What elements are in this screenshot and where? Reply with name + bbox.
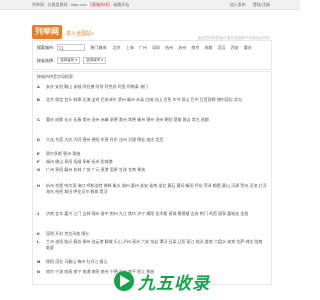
top-bar: 列举网 · 分类信息网 · lieju.com 【客服热线】 诚邀开站 加入发布… <box>0 0 300 10</box>
publish-link[interactable]: 加入发布 <box>230 2 246 7</box>
search-label: 搜索城市: <box>37 45 55 50</box>
group-cities[interactable]: 济南 金华 嘉兴 江门 吉林 锦州 晋中 荆州 九江 焦作 济宁 揭阳 佳木斯 … <box>46 211 267 217</box>
group-cities[interactable]: 北京 保定 包头 蚌埠 北海 宝鸡 巴彦淖尔 滨州 亳州 本溪 白城 白山 百色… <box>46 97 267 103</box>
group-letter: L <box>37 239 40 244</box>
group-letter: G <box>37 167 41 172</box>
city-search-input[interactable] <box>57 44 86 52</box>
login-register-link[interactable]: 登陆/注册 <box>253 2 270 7</box>
site-logo[interactable]: 列举网 <box>32 25 62 39</box>
city-list-title: 按城市拼音字母检索: <box>37 74 75 79</box>
watermark: 九五收录 <box>114 268 234 296</box>
search-row: 搜索城市: 热门城市: 北京 上海 广州 深圳 杭州 苏州 南京 成都 武汉 西… <box>37 44 252 52</box>
group-cities[interactable]: 昆明 开封 克拉玛依 喀什 <box>46 231 267 237</box>
province-filter-label: 按省选择: <box>37 58 55 63</box>
hot-city-link[interactable]: 苏州 <box>178 45 186 50</box>
top-bar-site-name: 列举网 · 分类信息网 · lieju.com <box>32 2 87 7</box>
province-select-value: 选择省份 <box>60 58 75 63</box>
hot-city-link[interactable]: 西安 <box>231 45 239 50</box>
group-cities[interactable]: 绵阳 茂名 马鞍山 梅州 牡丹江 眉山 <box>46 259 267 265</box>
group-letter: N <box>37 269 40 274</box>
top-bar-account: 加入发布 登陆/注册 <box>224 0 270 9</box>
group-letter: B <box>37 97 40 102</box>
group-cities[interactable]: 安庆 安阳 鞍山 安顺 阿拉善 阿坝 阿克苏 阿里 阿勒泰 澳门 <box>46 84 267 90</box>
province-filter-row: 按省选择: 选择省份 ▾ 选择城市 ▾ <box>37 57 106 65</box>
city-select[interactable]: 选择城市 ▾ <box>83 57 106 65</box>
hot-city-link[interactable]: 广州 <box>139 45 147 50</box>
group-cities[interactable]: 杭州 合肥 哈尔滨 海口 呼和浩特 邯郸 衡水 湖州 惠州 淮安 淮南 淮北 黄… <box>46 183 267 195</box>
chevron-down-icon: ▾ <box>75 58 77 63</box>
hot-city-link[interactable]: 北京 <box>113 45 121 50</box>
chevron-down-icon: ▾ <box>101 58 103 63</box>
group-letter: E <box>37 151 40 156</box>
group-cities[interactable]: 大连 东莞 大庆 大同 德州 德阳 东营 丹东 达州 大理 德宏 迪庆 定西 <box>46 137 267 143</box>
group-letter: A <box>37 84 40 89</box>
header: 列举网 进入全国站> 免费发布信息网站·服务全国城市·找到适合你的 <box>0 10 300 40</box>
group-letter: F <box>37 159 40 164</box>
group-cities[interactable]: 鄂尔多斯 鄂州 恩施 <box>46 151 267 157</box>
group-letter: H <box>37 183 40 188</box>
search-panel: 搜索城市: 热门城市: 北京 上海 广州 深圳 杭州 苏州 南京 成都 武汉 西… <box>32 40 272 70</box>
hot-city-link[interactable]: 成都 <box>205 45 213 50</box>
hot-city-link[interactable]: 上海 <box>126 45 134 50</box>
search-icon[interactable] <box>59 46 64 51</box>
group-cities[interactable]: 广州 贵阳 赣州 桂林 广安 广元 贵港 固原 甘孜 甘南 果洛 <box>46 167 267 173</box>
group-cities[interactable]: 福州 佛山 阜阳 抚顺 阜新 抚州 防城港 <box>46 159 267 165</box>
hot-cities-label: 热门城市: <box>90 45 108 50</box>
top-bar-open-site[interactable]: 诚邀开站 <box>113 2 129 7</box>
group-letter: D <box>37 137 40 142</box>
hot-city-link[interactable]: 武汉 <box>218 45 226 50</box>
group-cities[interactable]: 重庆 成都 长沙 长春 常州 沧州 赤峰 承德 滁州 常德 郴州 潮州 池州 朝… <box>46 117 267 123</box>
group-letter: C <box>37 117 40 122</box>
hot-city-link[interactable]: 重庆 <box>244 45 252 50</box>
city-select-value: 选择城市 <box>86 58 101 63</box>
top-bar-hotline[interactable]: 【客服热线】 <box>88 2 112 7</box>
hot-city-link[interactable]: 杭州 <box>165 45 173 50</box>
enter-national-link[interactable]: 进入全国站> <box>66 30 94 37</box>
group-letter: J <box>37 211 40 216</box>
group-letter: M <box>37 259 41 264</box>
group-letter: K <box>37 231 40 236</box>
province-select[interactable]: 选择省份 ▾ <box>57 57 80 65</box>
group-cities[interactable]: 兰州 洛阳 临沂 廊坊 柳州 连云港 聊城 乐山 泸州 丽水 六安 龙岩 漯河 … <box>46 239 267 251</box>
hot-city-link[interactable]: 深圳 <box>152 45 160 50</box>
city-list: 按城市拼音字母检索: A 安庆 安阳 鞍山 安顺 阿拉善 阿坝 阿克苏 阿里 阿… <box>32 71 272 285</box>
hot-cities: 热门城市: 北京 上海 广州 深圳 杭州 苏州 南京 成都 武汉 西安 重庆 <box>86 45 252 50</box>
watermark-text: 九五收录 <box>138 274 210 293</box>
hot-city-link[interactable]: 南京 <box>191 45 199 50</box>
play-icon <box>114 271 134 291</box>
top-bar-info: 列举网 · 分类信息网 · lieju.com 【客服热线】 诚邀开站 <box>32 0 129 9</box>
